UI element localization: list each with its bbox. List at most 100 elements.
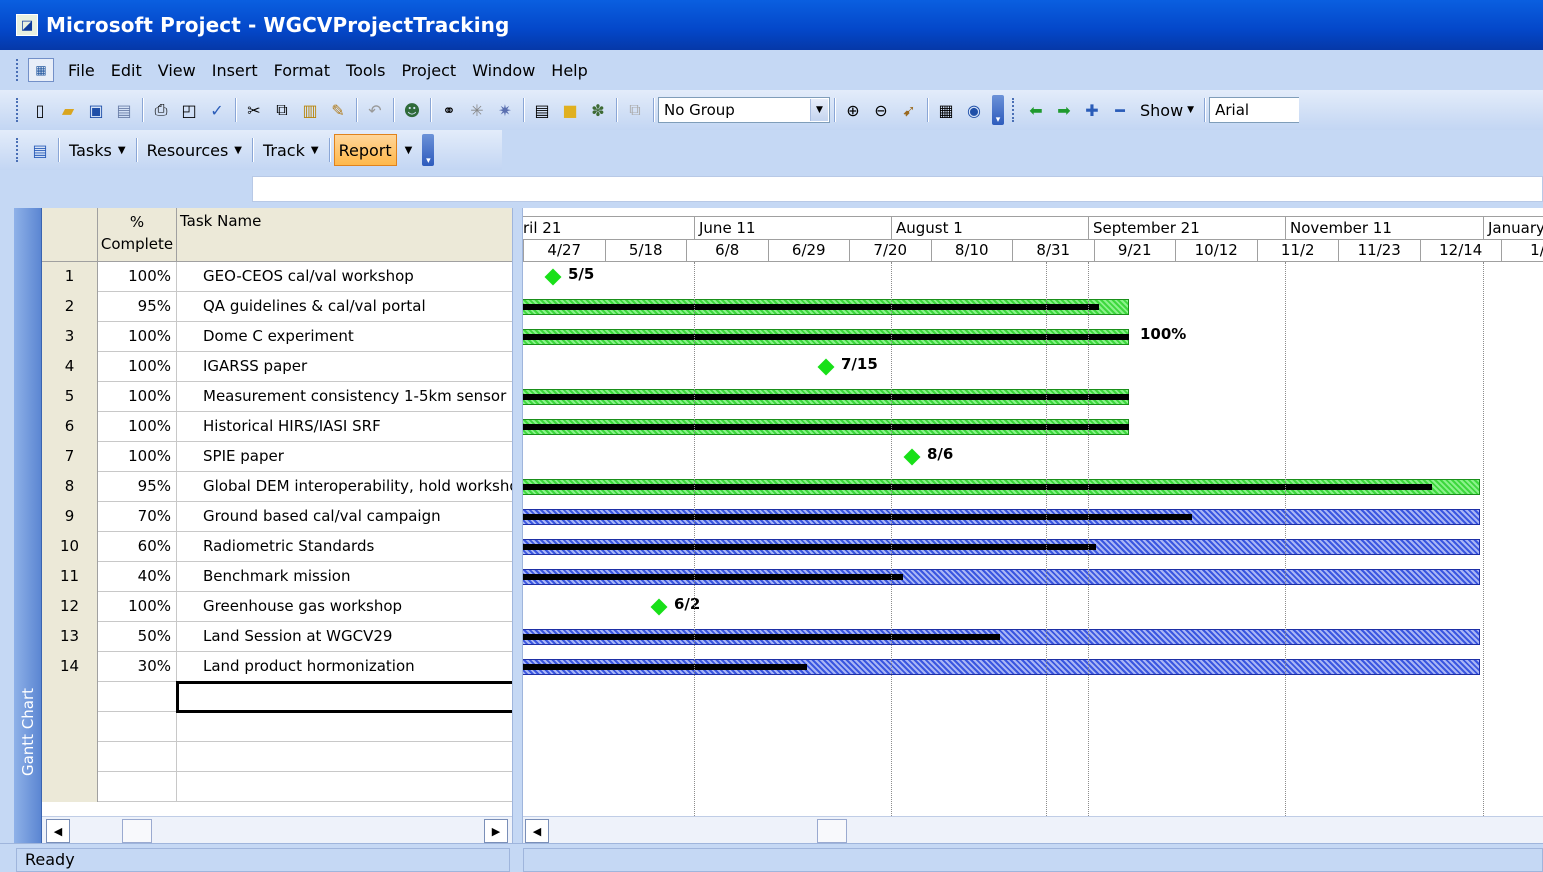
percent-complete-cell[interactable]: 100%: [98, 352, 177, 382]
table-row[interactable]: [42, 772, 516, 802]
resource-icon[interactable]: ✽: [584, 96, 612, 124]
task-name-cell[interactable]: Dome C experiment: [177, 322, 516, 352]
table-row[interactable]: [42, 712, 516, 742]
scroll-thumb[interactable]: [122, 819, 152, 843]
row-id[interactable]: 2: [42, 292, 98, 322]
undo-icon[interactable]: ↶: [361, 96, 389, 124]
entry-field[interactable]: [252, 176, 1543, 202]
row-id[interactable]: 9: [42, 502, 98, 532]
cut-icon[interactable]: ✂: [240, 96, 268, 124]
task-name-cell[interactable]: [177, 742, 516, 772]
table-row[interactable]: 6 100% Historical HIRS/IASI SRF: [42, 412, 516, 442]
unlink-tasks-icon[interactable]: ✳: [463, 96, 491, 124]
scroll-right-icon[interactable]: ▶: [484, 819, 508, 843]
view-bar[interactable]: Gantt Chart: [14, 208, 42, 843]
indent-icon[interactable]: ➡: [1050, 96, 1078, 124]
paste-icon[interactable]: ▥: [296, 96, 324, 124]
row-id[interactable]: 8: [42, 472, 98, 502]
toolbar-options-icon[interactable]: ▾: [422, 134, 435, 166]
column-header-percent-complete[interactable]: % Complete: [98, 208, 177, 262]
row-id[interactable]: 12: [42, 592, 98, 622]
scroll-left-icon[interactable]: ◀: [525, 819, 549, 843]
split-task-icon[interactable]: ✷: [491, 96, 519, 124]
task-name-cell[interactable]: IGARSS paper: [177, 352, 516, 382]
row-id[interactable]: [42, 682, 98, 712]
task-notes-icon[interactable]: ■: [556, 96, 584, 124]
chevron-down-icon[interactable]: ▼: [234, 145, 242, 156]
row-id[interactable]: 11: [42, 562, 98, 592]
row-id[interactable]: 7: [42, 442, 98, 472]
row-id[interactable]: [42, 772, 98, 802]
menu-insert[interactable]: Insert: [212, 61, 258, 80]
progress-bar[interactable]: [523, 484, 1432, 490]
progress-bar[interactable]: [523, 424, 1129, 430]
progress-bar[interactable]: [523, 514, 1192, 520]
table-row[interactable]: 2 95% QA guidelines & cal/val portal: [42, 292, 516, 322]
row-id[interactable]: 3: [42, 322, 98, 352]
scroll-thumb[interactable]: [817, 819, 847, 843]
task-name-cell[interactable]: QA guidelines & cal/val portal: [177, 292, 516, 322]
task-name-cell[interactable]: Land product hormonization: [177, 652, 516, 682]
link-tasks-icon[interactable]: ⚭: [435, 96, 463, 124]
percent-complete-cell[interactable]: 30%: [98, 652, 177, 682]
table-row[interactable]: 4 100% IGARSS paper: [42, 352, 516, 382]
row-id[interactable]: [42, 712, 98, 742]
print-icon[interactable]: ⎙: [147, 96, 175, 124]
open-folder-icon[interactable]: ▰: [54, 96, 82, 124]
task-name-cell[interactable]: Land Session at WGCV29: [177, 622, 516, 652]
save-icon[interactable]: ▣: [82, 96, 110, 124]
table-row[interactable]: 5 100% Measurement consistency 1-5km senso…: [42, 382, 516, 412]
task-name-cell[interactable]: [177, 772, 516, 802]
help-icon[interactable]: ◉: [960, 96, 988, 124]
menu-file[interactable]: File: [68, 61, 95, 80]
progress-bar[interactable]: [523, 334, 1129, 340]
percent-complete-cell[interactable]: 100%: [98, 262, 177, 292]
row-id[interactable]: 13: [42, 622, 98, 652]
table-row[interactable]: 7 100% SPIE paper: [42, 442, 516, 472]
table-row[interactable]: 8 95% Global DEM interoperability, hold wo…: [42, 472, 516, 502]
menu-edit[interactable]: Edit: [111, 61, 142, 80]
milestone-marker[interactable]: [544, 268, 562, 286]
row-id[interactable]: 4: [42, 352, 98, 382]
table-row[interactable]: [42, 742, 516, 772]
percent-complete-cell[interactable]: [98, 772, 177, 802]
progress-bar[interactable]: [523, 664, 807, 670]
print-preview-icon[interactable]: ◰: [175, 96, 203, 124]
zoom-out-icon[interactable]: ⊖: [867, 96, 895, 124]
task-name-cell[interactable]: Global DEM interoperability, hold worksh…: [177, 472, 516, 502]
zoom-in-icon[interactable]: ⊕: [839, 96, 867, 124]
percent-complete-cell[interactable]: 95%: [98, 292, 177, 322]
chevron-down-icon[interactable]: ▼: [311, 145, 319, 156]
project-guide-icon[interactable]: ▤: [26, 136, 54, 164]
scroll-to-task-icon[interactable]: ➹: [895, 96, 923, 124]
milestone-marker[interactable]: [650, 598, 668, 616]
track-button[interactable]: Track: [263, 135, 305, 165]
percent-complete-cell[interactable]: 60%: [98, 532, 177, 562]
row-id[interactable]: 1: [42, 262, 98, 292]
chart-horizontal-scrollbar[interactable]: ◀: [523, 816, 1543, 843]
table-row[interactable]: 3 100% Dome C experiment: [42, 322, 516, 352]
menu-help[interactable]: Help: [551, 61, 587, 80]
progress-bar[interactable]: [523, 574, 903, 580]
percent-complete-cell[interactable]: 100%: [98, 442, 177, 472]
copy-picture-wizard-icon[interactable]: ▦: [932, 96, 960, 124]
row-id[interactable]: [42, 742, 98, 772]
task-name-cell[interactable]: Radiometric Standards: [177, 532, 516, 562]
table-row[interactable]: 10 60% Radiometric Standards: [42, 532, 516, 562]
task-name-cell[interactable]: Ground based cal/val campaign: [177, 502, 516, 532]
pane-splitter[interactable]: [512, 208, 523, 872]
task-name-cell[interactable]: Historical HIRS/IASI SRF: [177, 412, 516, 442]
show-button[interactable]: Show ▼: [1140, 95, 1194, 125]
task-name-cell[interactable]: Measurement consistency 1-5km sensor: [177, 382, 516, 412]
progress-bar[interactable]: [523, 394, 1129, 400]
table-row[interactable]: 9 70% Ground based cal/val campaign: [42, 502, 516, 532]
spelling-icon[interactable]: ✓: [203, 96, 231, 124]
task-name-cell[interactable]: GEO-CEOS cal/val workshop: [177, 262, 516, 292]
percent-complete-cell[interactable]: 100%: [98, 412, 177, 442]
percent-complete-cell[interactable]: 100%: [98, 322, 177, 352]
table-row[interactable]: 14 30% Land product hormonization: [42, 652, 516, 682]
assign-resources-icon[interactable]: ☻: [398, 96, 426, 124]
percent-complete-cell[interactable]: [98, 742, 177, 772]
report-button[interactable]: Report: [333, 134, 397, 166]
progress-bar[interactable]: [523, 304, 1099, 310]
